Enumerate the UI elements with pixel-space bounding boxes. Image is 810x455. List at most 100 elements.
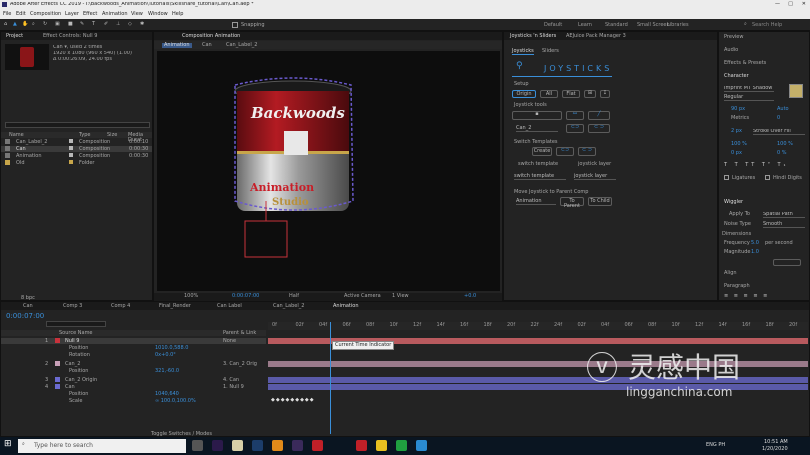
workspace-default[interactable]: Default	[544, 23, 562, 28]
project-item[interactable]: Old Folder	[1, 160, 152, 166]
column-size[interactable]: Size	[107, 133, 117, 138]
property-row[interactable]: Position 321,-60.0	[1, 368, 266, 374]
audio-section[interactable]: Audio	[724, 48, 738, 53]
app-taskbar-icon[interactable]	[312, 440, 323, 451]
paragraph-section[interactable]: Paragraph	[724, 284, 750, 289]
template-link-button[interactable]: ⊂⊃	[556, 147, 574, 156]
clock-time[interactable]: 10:51 AM	[764, 440, 788, 445]
column-type[interactable]: Type	[79, 133, 90, 138]
timeline-tab-can[interactable]: Can	[23, 304, 33, 309]
pin-button[interactable]: ↧	[600, 90, 610, 98]
menu-layer[interactable]: Layer	[65, 12, 79, 17]
project-search-input[interactable]	[5, 122, 150, 128]
taskbar-search[interactable]: ⌕ Type here to search	[18, 439, 186, 453]
horizontal-scale-field[interactable]: 100 %	[777, 142, 793, 147]
menu-effect[interactable]: Effect	[83, 12, 97, 17]
subtab-sliders[interactable]: Sliders	[542, 49, 559, 54]
task-view-icon[interactable]	[192, 440, 203, 451]
layer-row[interactable]: 3 Can_2 Origin 4. Can	[1, 377, 266, 383]
menu-composition[interactable]: Composition	[30, 12, 61, 17]
rotate-tool-icon[interactable]: ↻	[43, 22, 47, 27]
unlink-button[interactable]: ⊂ ⊃	[588, 124, 610, 133]
explorer-taskbar-icon[interactable]	[232, 440, 243, 451]
menu-animation[interactable]: Animation	[102, 12, 128, 17]
joystick-layer-dropdown[interactable]: joystick layer	[574, 174, 616, 180]
property-row[interactable]: Position 1040,640	[1, 391, 266, 397]
clock-date[interactable]: 1/20/2020	[762, 447, 788, 452]
close-icon[interactable]: ✕	[802, 2, 806, 7]
joystick-box-button[interactable]: ▪	[512, 111, 562, 120]
menu-file[interactable]: File	[3, 12, 11, 17]
preview-section[interactable]: Preview	[724, 35, 743, 40]
timeline-tab-final-render[interactable]: Final_Render	[159, 304, 191, 309]
wiggler-apply-button[interactable]	[773, 259, 801, 266]
menu-help[interactable]: Help	[172, 12, 183, 17]
app-taskbar-icon[interactable]	[416, 440, 427, 451]
crumb-animation[interactable]: Animation	[162, 43, 192, 48]
menu-edit[interactable]: Edit	[16, 12, 26, 17]
layer-dropdown[interactable]: Can_2	[516, 126, 558, 132]
camera-tool-icon[interactable]: ▣	[55, 22, 60, 27]
align-section[interactable]: Align	[724, 271, 737, 276]
tracking-field[interactable]: 0	[777, 116, 780, 121]
viewport[interactable]: Backwoods Animation Studio	[157, 51, 500, 291]
tsume-field[interactable]: 0 %	[777, 151, 787, 156]
minimize-icon[interactable]: —	[775, 2, 780, 7]
property-row[interactable]: Rotation 0x+0.0°	[1, 352, 266, 358]
grid-button[interactable]: ⊞	[584, 90, 596, 98]
parent-link-column[interactable]: Parent & Link	[223, 331, 256, 336]
resolution-dropdown[interactable]: Half	[289, 294, 299, 299]
chrome-taskbar-icon[interactable]	[376, 440, 387, 451]
snapping-checkbox[interactable]	[232, 22, 238, 28]
noise-type-dropdown[interactable]: Smooth	[763, 222, 805, 228]
stamp-tool-icon[interactable]: ⊥	[116, 22, 120, 27]
camera-dropdown[interactable]: Active Camera	[344, 294, 381, 299]
project-item[interactable]: Can Composition 0:00:30	[1, 146, 152, 152]
all-button[interactable]: All	[540, 90, 558, 98]
stroke-mode-dropdown[interactable]: Stroke Over Fill	[753, 129, 805, 135]
eraser-tool-icon[interactable]: ◇	[128, 22, 132, 27]
views-dropdown[interactable]: 1 View	[392, 294, 409, 299]
paragraph-align-buttons[interactable]: ≡ ≡ ≡ ≡ ≡	[724, 294, 769, 299]
selection-tool-icon[interactable]: ▲	[13, 22, 17, 27]
tab-composition[interactable]: Composition Animation	[182, 34, 240, 39]
workspace-learn[interactable]: Learn	[578, 23, 592, 28]
joystick-slash-button[interactable]: ╱	[588, 111, 610, 120]
zoom-dropdown[interactable]: 100%	[184, 294, 198, 299]
character-section[interactable]: Character	[724, 74, 749, 79]
layer-row[interactable]: 1 Null 9 None	[1, 338, 266, 344]
premiere-taskbar-icon[interactable]	[292, 440, 303, 451]
source-name-column[interactable]: Source Name	[59, 331, 93, 336]
type-style-buttons[interactable]: T T TT Tᵀ T₁	[724, 163, 789, 168]
origin-button[interactable]: Origin	[512, 90, 536, 98]
tab-project[interactable]: Project	[6, 34, 23, 39]
keyframes-row[interactable]: ◆◆◆◆◆◆◆◆◆	[271, 398, 315, 403]
stroke-width-field[interactable]: 2 px	[731, 129, 742, 134]
time-ruler[interactable]: 0f 02f 04f 06f 08f 10f 12f 14f 16f 18f 20f 22f 24f 02…	[268, 322, 808, 330]
timeline-search-input[interactable]	[46, 321, 106, 327]
magnitude-field[interactable]: 1.0	[751, 250, 759, 255]
workspace-small-screen[interactable]: Small Screen	[637, 23, 670, 28]
font-size-field[interactable]: 90 px	[731, 107, 745, 112]
project-item[interactable]: Can_Label_2 Composition 0:00:10	[1, 139, 152, 145]
app-taskbar-icon[interactable]	[396, 440, 407, 451]
apply-to-dropdown[interactable]: Spatial Path	[763, 212, 805, 218]
home-icon[interactable]: ⌂	[4, 22, 7, 27]
app-taskbar-icon[interactable]	[356, 440, 367, 451]
viewer-time[interactable]: 0:00:07:00	[232, 294, 259, 299]
baseline-field[interactable]: 0 px	[731, 151, 742, 156]
frequency-field[interactable]: 5.0	[751, 241, 759, 246]
vlc-taskbar-icon[interactable]	[272, 440, 283, 451]
tab-aejuice[interactable]: AEJuice Pack Manager 3	[566, 34, 626, 39]
link-button[interactable]: ⊂⊃	[566, 124, 584, 133]
timeline-tab-animation[interactable]: Animation	[333, 304, 359, 309]
language-indicator[interactable]: ENG PH	[706, 443, 725, 448]
layer-row[interactable]: 4 Can 1. Null 9	[1, 384, 266, 390]
ligatures-checkbox[interactable]	[724, 175, 729, 180]
timeline-tab-can-label[interactable]: Can Label	[217, 304, 242, 309]
subtab-joysticks[interactable]: Joysticks	[512, 49, 534, 55]
pen-tool-icon[interactable]: ✎	[80, 22, 84, 27]
hand-tool-icon[interactable]: ✋	[22, 22, 28, 27]
photoshop-taskbar-icon[interactable]	[252, 440, 263, 451]
shape-tool-icon[interactable]: ■	[68, 22, 73, 27]
